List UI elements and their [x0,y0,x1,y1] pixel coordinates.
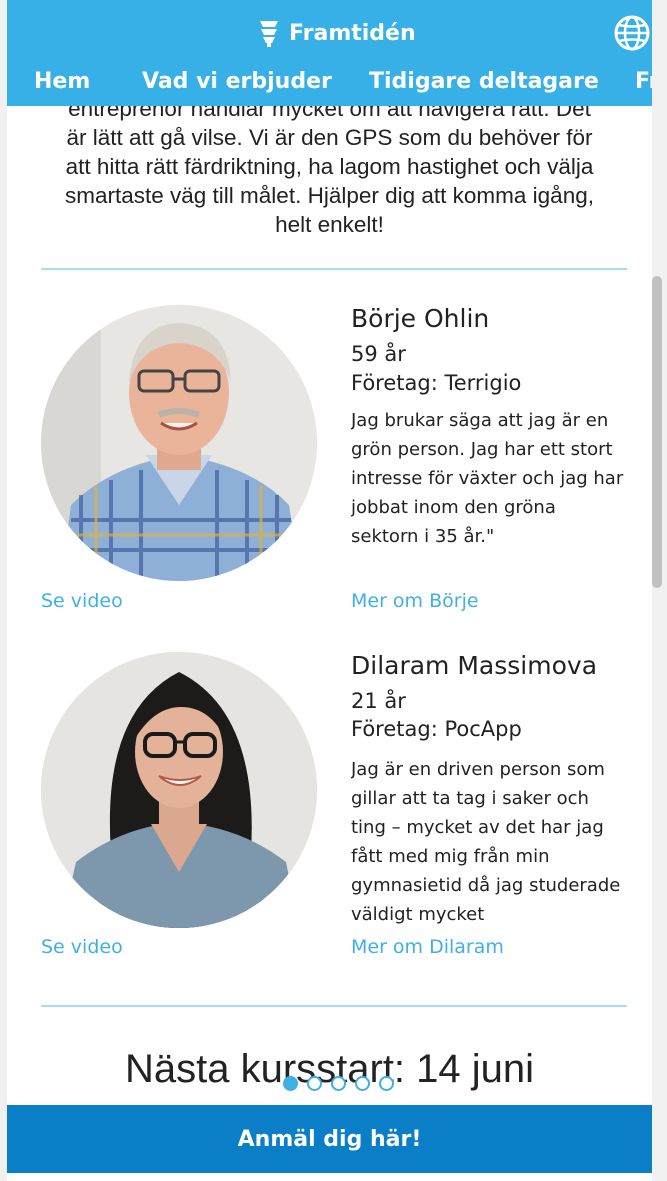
carousel-dot[interactable] [355,1076,370,1091]
more-about-borje-link[interactable]: Mer om Börje [351,590,479,612]
intro-line: helt enkelt! [275,212,384,237]
more-about-dilaram-link[interactable]: Mer om Dilaram [351,936,504,958]
divider [41,268,627,270]
participant-company: Företag: PocApp [351,717,522,741]
nav-item-vad-vi-erbjuder[interactable]: Vad vi erbjuder [142,69,332,94]
nav-bar: Hem Vad vi erbjuder Tidigare deltagare F… [7,65,652,103]
globe-icon[interactable] [613,14,651,52]
scrollbar-thumb[interactable] [652,276,662,588]
carousel-dot[interactable] [283,1076,298,1091]
brand-logo[interactable]: Framtidén [257,17,416,49]
participant-company: Företag: Terrigio [351,371,522,395]
carousel-dot[interactable] [307,1076,322,1091]
intro-line: är lätt att gå vilse. Vi är den GPS som … [66,125,593,150]
brand-name: Framtidén [289,20,416,46]
nav-item-more[interactable]: Fr [635,69,652,94]
carousel-dots [283,1076,394,1092]
carousel-dot[interactable] [331,1076,346,1091]
header-bar: Framtidén Hem Vad vi erbjuder Tidigare d… [7,0,652,106]
signup-button[interactable]: Anmäl dig här! [7,1105,652,1173]
scrollbar-track[interactable] [652,0,667,1181]
participant-quote: Jag brukar säga att jag är en grön perso… [351,410,624,547]
nav-item-tidigare-deltagare[interactable]: Tidigare deltagare [369,69,599,94]
participant-photo-dilaram [41,652,317,928]
intro-line: smartaste väg till målet. Hjälper dig at… [65,183,594,208]
page: entreprenör handlar mycket om att navige… [7,0,652,1181]
see-video-link[interactable]: Se video [41,590,123,612]
participant-age: 21 år [351,689,406,713]
participant-age: 59 år [351,342,406,366]
participant-quote: Jag är en driven person som gillar att t… [351,759,621,925]
intro-text: entreprenör handlar mycket om att navige… [7,94,652,239]
participant-name: Börje Ohlin [351,304,490,333]
participant-name: Dilaram Massimova [351,651,598,680]
carousel-dot[interactable] [379,1076,394,1091]
participant-photo-borje [41,305,317,581]
brand-icon [260,21,278,47]
intro-line: att hitta rätt färdriktning, ha lagom ha… [65,154,594,179]
nav-item-hem[interactable]: Hem [34,69,90,94]
see-video-link[interactable]: Se video [41,936,123,958]
divider [41,1005,627,1007]
